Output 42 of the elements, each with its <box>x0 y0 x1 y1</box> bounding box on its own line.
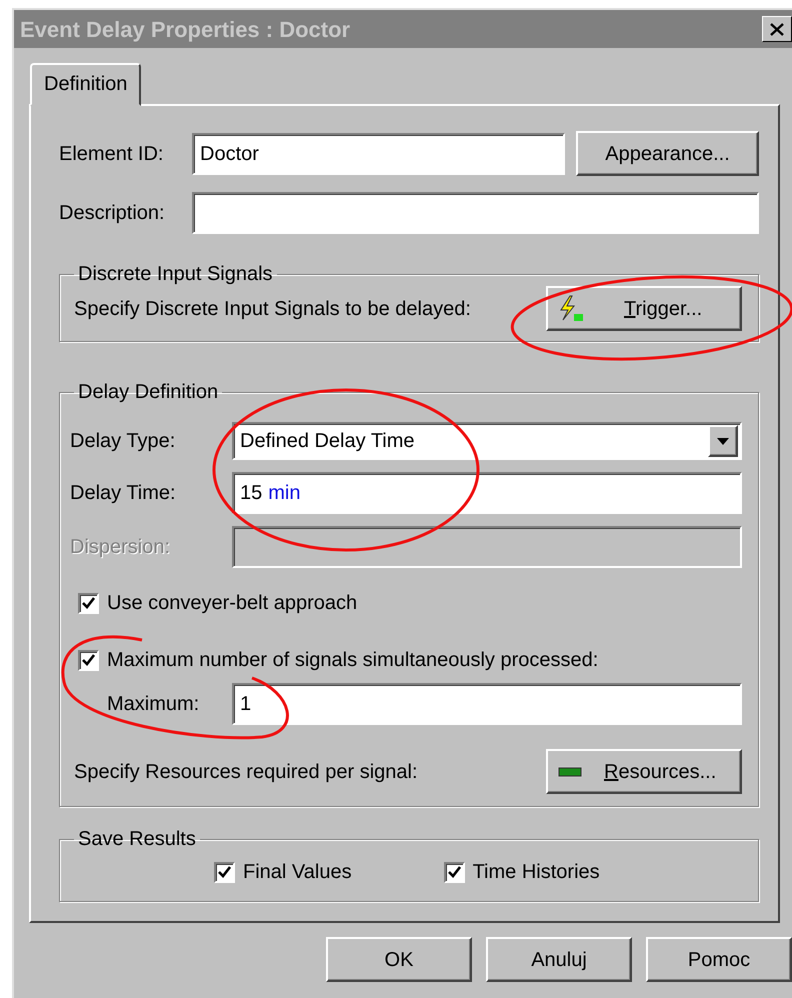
input-field[interactable]: 15 min <box>232 472 742 514</box>
lightning-icon <box>558 294 584 322</box>
appearance-button[interactable]: Appearance... <box>576 131 759 176</box>
close-button[interactable] <box>762 16 792 42</box>
close-icon <box>770 22 784 36</box>
input-field[interactable] <box>192 192 759 234</box>
checkbox[interactable] <box>78 592 99 614</box>
dropdown-button[interactable] <box>708 425 738 457</box>
instruction-text: Specify Resources required per signal: <box>74 760 418 784</box>
dialog-button[interactable]: Anuluj <box>486 937 632 982</box>
check-icon <box>448 866 461 878</box>
checkbox-label: Final Values <box>243 860 352 885</box>
checkbox-label: Time Histories <box>472 860 600 885</box>
input-field[interactable]: 1 <box>232 683 742 725</box>
tab[interactable]: Definition <box>30 63 142 106</box>
input-field[interactable]: Doctor <box>192 132 565 174</box>
checkbox[interactable] <box>214 862 235 882</box>
group-title: Discrete Input Signals <box>77 262 274 286</box>
field-label: Element ID: <box>59 142 164 166</box>
resource-icon <box>558 766 582 776</box>
field-label: Dispersion: <box>70 535 172 560</box>
checkbox[interactable] <box>444 862 465 882</box>
resources-button[interactable]: Resources... <box>546 749 742 794</box>
checkbox[interactable] <box>78 650 99 670</box>
field-label: Delay Type: <box>70 429 176 454</box>
group-title: Save Results <box>77 827 197 851</box>
check-icon <box>218 866 231 878</box>
dialog-button[interactable]: Pomoc <box>646 937 792 982</box>
instruction-text: Specify Discrete Input Signals to be delayed: <box>74 296 471 322</box>
trigger-button[interactable]: Trigger... <box>546 286 742 331</box>
check-icon <box>82 654 95 666</box>
dropdown-field[interactable]: Defined Delay Time <box>232 422 742 460</box>
field-label: Delay Time: <box>70 481 177 506</box>
check-icon <box>82 597 95 609</box>
field-label: Description: <box>59 201 166 226</box>
field-label: Maximum: <box>107 692 200 717</box>
checkbox-label: Maximum number of signals simultaneously processed: <box>107 648 598 673</box>
dropdown-arrow-icon <box>717 438 729 444</box>
checkbox-label: Use conveyer-belt approach <box>107 591 358 616</box>
dialog-button[interactable]: OK <box>326 937 472 982</box>
group-title: Delay Definition <box>77 380 220 404</box>
window-title: Event Delay Properties : Doctor <box>20 16 350 44</box>
